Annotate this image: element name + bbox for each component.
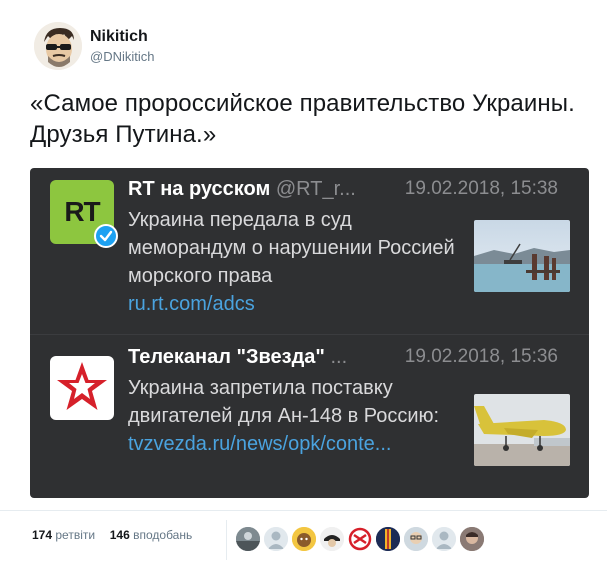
liker-avatar[interactable] — [264, 527, 288, 551]
liker-avatar[interactable] — [460, 527, 484, 551]
author-handle[interactable]: @DNikitich — [90, 49, 154, 64]
tweet-text: «Самое пророссийское правительство Украи… — [30, 90, 575, 148]
embedded-screenshot[interactable]: RT RT на русском @RT_r... 19.02.2018, 15… — [30, 168, 589, 498]
rt-date: 19.02.2018, 15:38 — [404, 178, 558, 199]
zvezda-account-name[interactable]: Телеканал "Звезда" — [128, 346, 325, 368]
likes-label[interactable]: вподобань — [133, 528, 192, 542]
zvezda-link[interactable]: tvzvezda.ru/news/opk/conte... — [128, 433, 391, 455]
retweets-count[interactable]: 174 — [32, 528, 52, 542]
author-display-name[interactable]: Nikitich — [90, 28, 154, 46]
retweets-label[interactable]: ретвіти — [55, 528, 95, 542]
zvezda-logo — [50, 356, 114, 420]
likes-count[interactable]: 146 — [110, 528, 130, 542]
liker-avatar[interactable] — [236, 527, 260, 551]
liker-avatar[interactable] — [404, 527, 428, 551]
stats-divider — [0, 510, 607, 511]
author-avatar[interactable] — [34, 22, 82, 70]
rt-handle[interactable]: @RT_r... — [276, 178, 356, 200]
rt-title-row: RT на русском @RT_r... 19.02.2018, 15:38 — [128, 178, 578, 204]
card-separator — [30, 334, 589, 335]
cartoon-face-icon — [34, 22, 82, 70]
rt-account-name[interactable]: RT на русском — [128, 178, 270, 200]
construction-at-sea-photo-icon — [474, 220, 570, 292]
yellow-airplane-photo-icon — [474, 394, 570, 466]
liker-avatar[interactable] — [348, 527, 372, 551]
zvezda-date: 19.02.2018, 15:36 — [404, 346, 558, 367]
rt-link[interactable]: ru.rt.com/adcs — [128, 293, 255, 315]
liker-avatar[interactable] — [320, 527, 344, 551]
verified-badge-icon — [94, 224, 118, 248]
liker-avatar[interactable] — [376, 527, 400, 551]
tweet-stats: 174 ретвіти 146 вподобань — [32, 528, 192, 558]
rt-text: Украина передала в суд меморандум о нару… — [128, 209, 455, 287]
zvezda-text-block: Украина запретила поставку двигателей дл… — [128, 374, 468, 458]
liker-avatar[interactable] — [432, 527, 456, 551]
embedded-tweet-zvezda: Телеканал "Звезда" ... 19.02.2018, 15:36… — [30, 336, 589, 498]
zvezda-handle[interactable]: ... — [330, 346, 347, 368]
rt-thumbnail[interactable] — [474, 220, 570, 292]
zvezda-text: Украина запретила поставку двигателей дл… — [128, 377, 440, 427]
red-star-icon — [57, 362, 107, 410]
tweet-header: Nikitich @DNikitich — [34, 22, 434, 78]
rt-logo: RT — [50, 180, 118, 248]
rt-text-block: Украина передала в суд меморандум о нару… — [128, 206, 468, 318]
liker-avatar[interactable] — [292, 527, 316, 551]
stats-separator — [226, 520, 227, 560]
zvezda-thumbnail[interactable] — [474, 394, 570, 466]
embedded-tweet-rt: RT RT на русском @RT_r... 19.02.2018, 15… — [30, 168, 589, 332]
zvezda-title-row: Телеканал "Звезда" ... 19.02.2018, 15:36 — [128, 346, 578, 372]
